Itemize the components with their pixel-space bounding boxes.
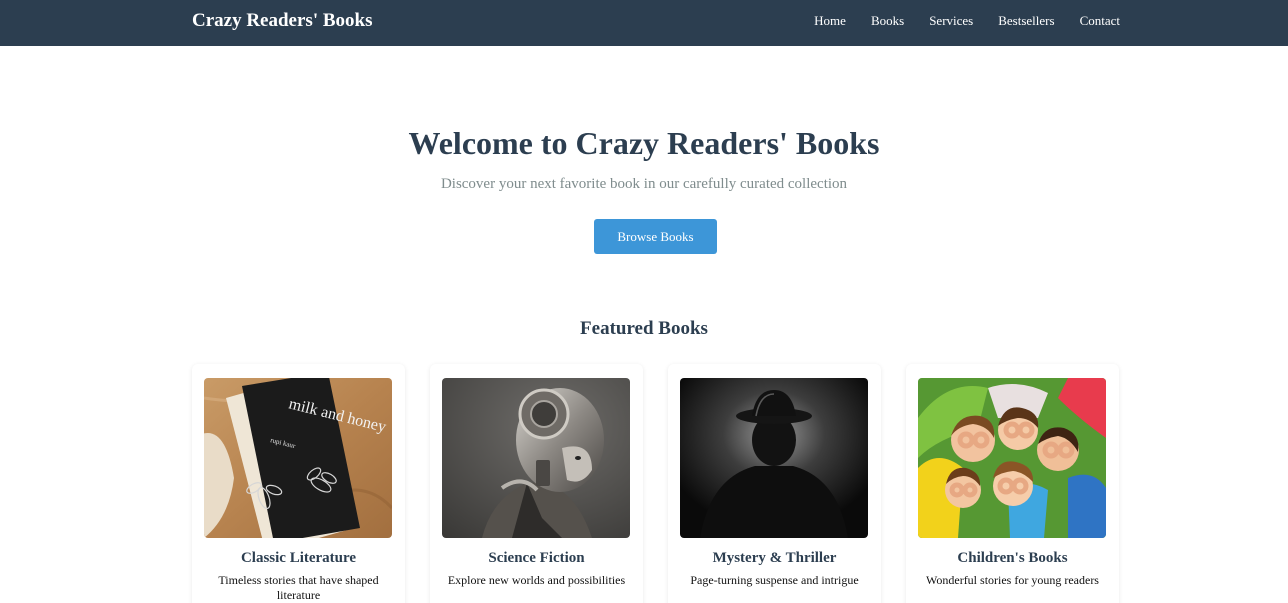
book-card-science-fiction[interactable]: Science Fiction Explore new worlds and p…: [430, 364, 643, 603]
card-title: Mystery & Thriller: [712, 550, 837, 566]
top-navbar: Crazy Readers' Books Home Books Services…: [0, 0, 1288, 46]
featured-books-title: Featured Books: [580, 318, 708, 339]
book-card-classic-literature[interactable]: milk and honey rupi kaur Classic Literat…: [192, 364, 405, 603]
brand-logo[interactable]: Crazy Readers' Books: [192, 10, 372, 32]
card-title: Children's Books: [957, 550, 1068, 566]
nav-link-home[interactable]: Home: [814, 13, 846, 29]
card-description: Wonderful stories for young readers: [926, 573, 1099, 587]
hero-subtitle: Discover your next favorite book in our …: [440, 176, 848, 192]
mystery-thriller-image[interactable]: [680, 378, 868, 538]
hero-title: Welcome to Crazy Readers' Books: [408, 125, 880, 161]
nav-link-bestsellers[interactable]: Bestsellers: [998, 13, 1054, 29]
nav-link-contact[interactable]: Contact: [1080, 13, 1120, 29]
book-card-childrens-books[interactable]: Children's Books Wonderful stories for y…: [906, 364, 1119, 603]
card-title: Science Fiction: [488, 550, 585, 566]
childrens-books-image[interactable]: [918, 378, 1106, 538]
card-title: Classic Literature: [240, 550, 357, 566]
nav-link-books[interactable]: Books: [871, 13, 904, 29]
browse-books-button[interactable]: Browse Books: [594, 219, 717, 254]
classic-literature-image[interactable]: milk and honey rupi kaur: [204, 378, 392, 538]
card-description: Timeless stories that have shaped litera…: [218, 573, 379, 602]
nav-menu: Home Books Services Bestsellers Contact: [814, 13, 1120, 29]
nav-link-services[interactable]: Services: [929, 13, 973, 29]
science-fiction-image[interactable]: [442, 378, 630, 538]
book-card-mystery-thriller[interactable]: Mystery & Thriller Page-turning suspense…: [668, 364, 881, 603]
card-description: Explore new worlds and possibilities: [447, 573, 626, 587]
card-description: Page-turning suspense and intrigue: [690, 573, 859, 587]
